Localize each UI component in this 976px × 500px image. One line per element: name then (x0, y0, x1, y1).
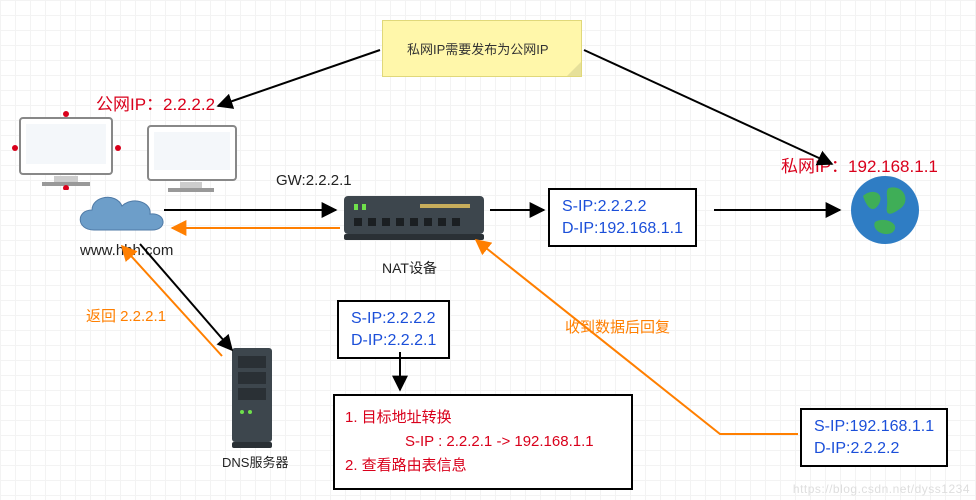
nat-step-1: 1. 目标地址转换 (345, 406, 617, 430)
packet-outgoing: S-IP:2.2.2.2 D-IP:192.168.1.1 (548, 188, 697, 247)
sticky-note: 私网IP需要发布为公网IP (382, 20, 582, 77)
packet-return-sip: S-IP:192.168.1.1 (814, 416, 934, 438)
packet-outgoing-dip: D-IP:192.168.1.1 (562, 218, 683, 240)
reply-label: 收到数据后回复 (565, 316, 670, 337)
packet-return: S-IP:192.168.1.1 D-IP:2.2.2.2 (800, 408, 948, 467)
dns-reply-label: 返回 2.2.2.1 (86, 305, 166, 326)
computer-1-icon (12, 110, 132, 190)
gw-label: GW:2.2.2.1 (276, 172, 352, 189)
packet-to-nat-dip: D-IP:2.2.2.1 (351, 330, 436, 352)
dns-server-icon (224, 344, 284, 452)
nat-steps-box: 1. 目标地址转换 S-IP : 2.2.2.1 -> 192.168.1.1 … (333, 394, 633, 490)
watermark: https://blog.csdn.net/dyss1234 (793, 482, 970, 496)
nat-step-2: 2. 查看路由表信息 (345, 454, 617, 478)
dns-label: DNS服务器 (222, 452, 288, 471)
cloud-icon (70, 188, 170, 244)
nat-step-1-detail: S-IP : 2.2.2.1 -> 192.168.1.1 (345, 430, 617, 454)
domain-label: www.hhh.com (80, 242, 173, 259)
globe-icon (845, 170, 925, 250)
packet-return-dip: D-IP:2.2.2.2 (814, 438, 934, 460)
nat-label: NAT设备 (382, 258, 437, 278)
packet-outgoing-sip: S-IP:2.2.2.2 (562, 196, 683, 218)
packet-to-nat-sip: S-IP:2.2.2.2 (351, 308, 436, 330)
sticky-text: 私网IP需要发布为公网IP (407, 42, 549, 57)
computer-2-icon (140, 120, 250, 198)
packet-to-nat: S-IP:2.2.2.2 D-IP:2.2.2.1 (337, 300, 450, 359)
nat-device-icon (340, 188, 490, 248)
